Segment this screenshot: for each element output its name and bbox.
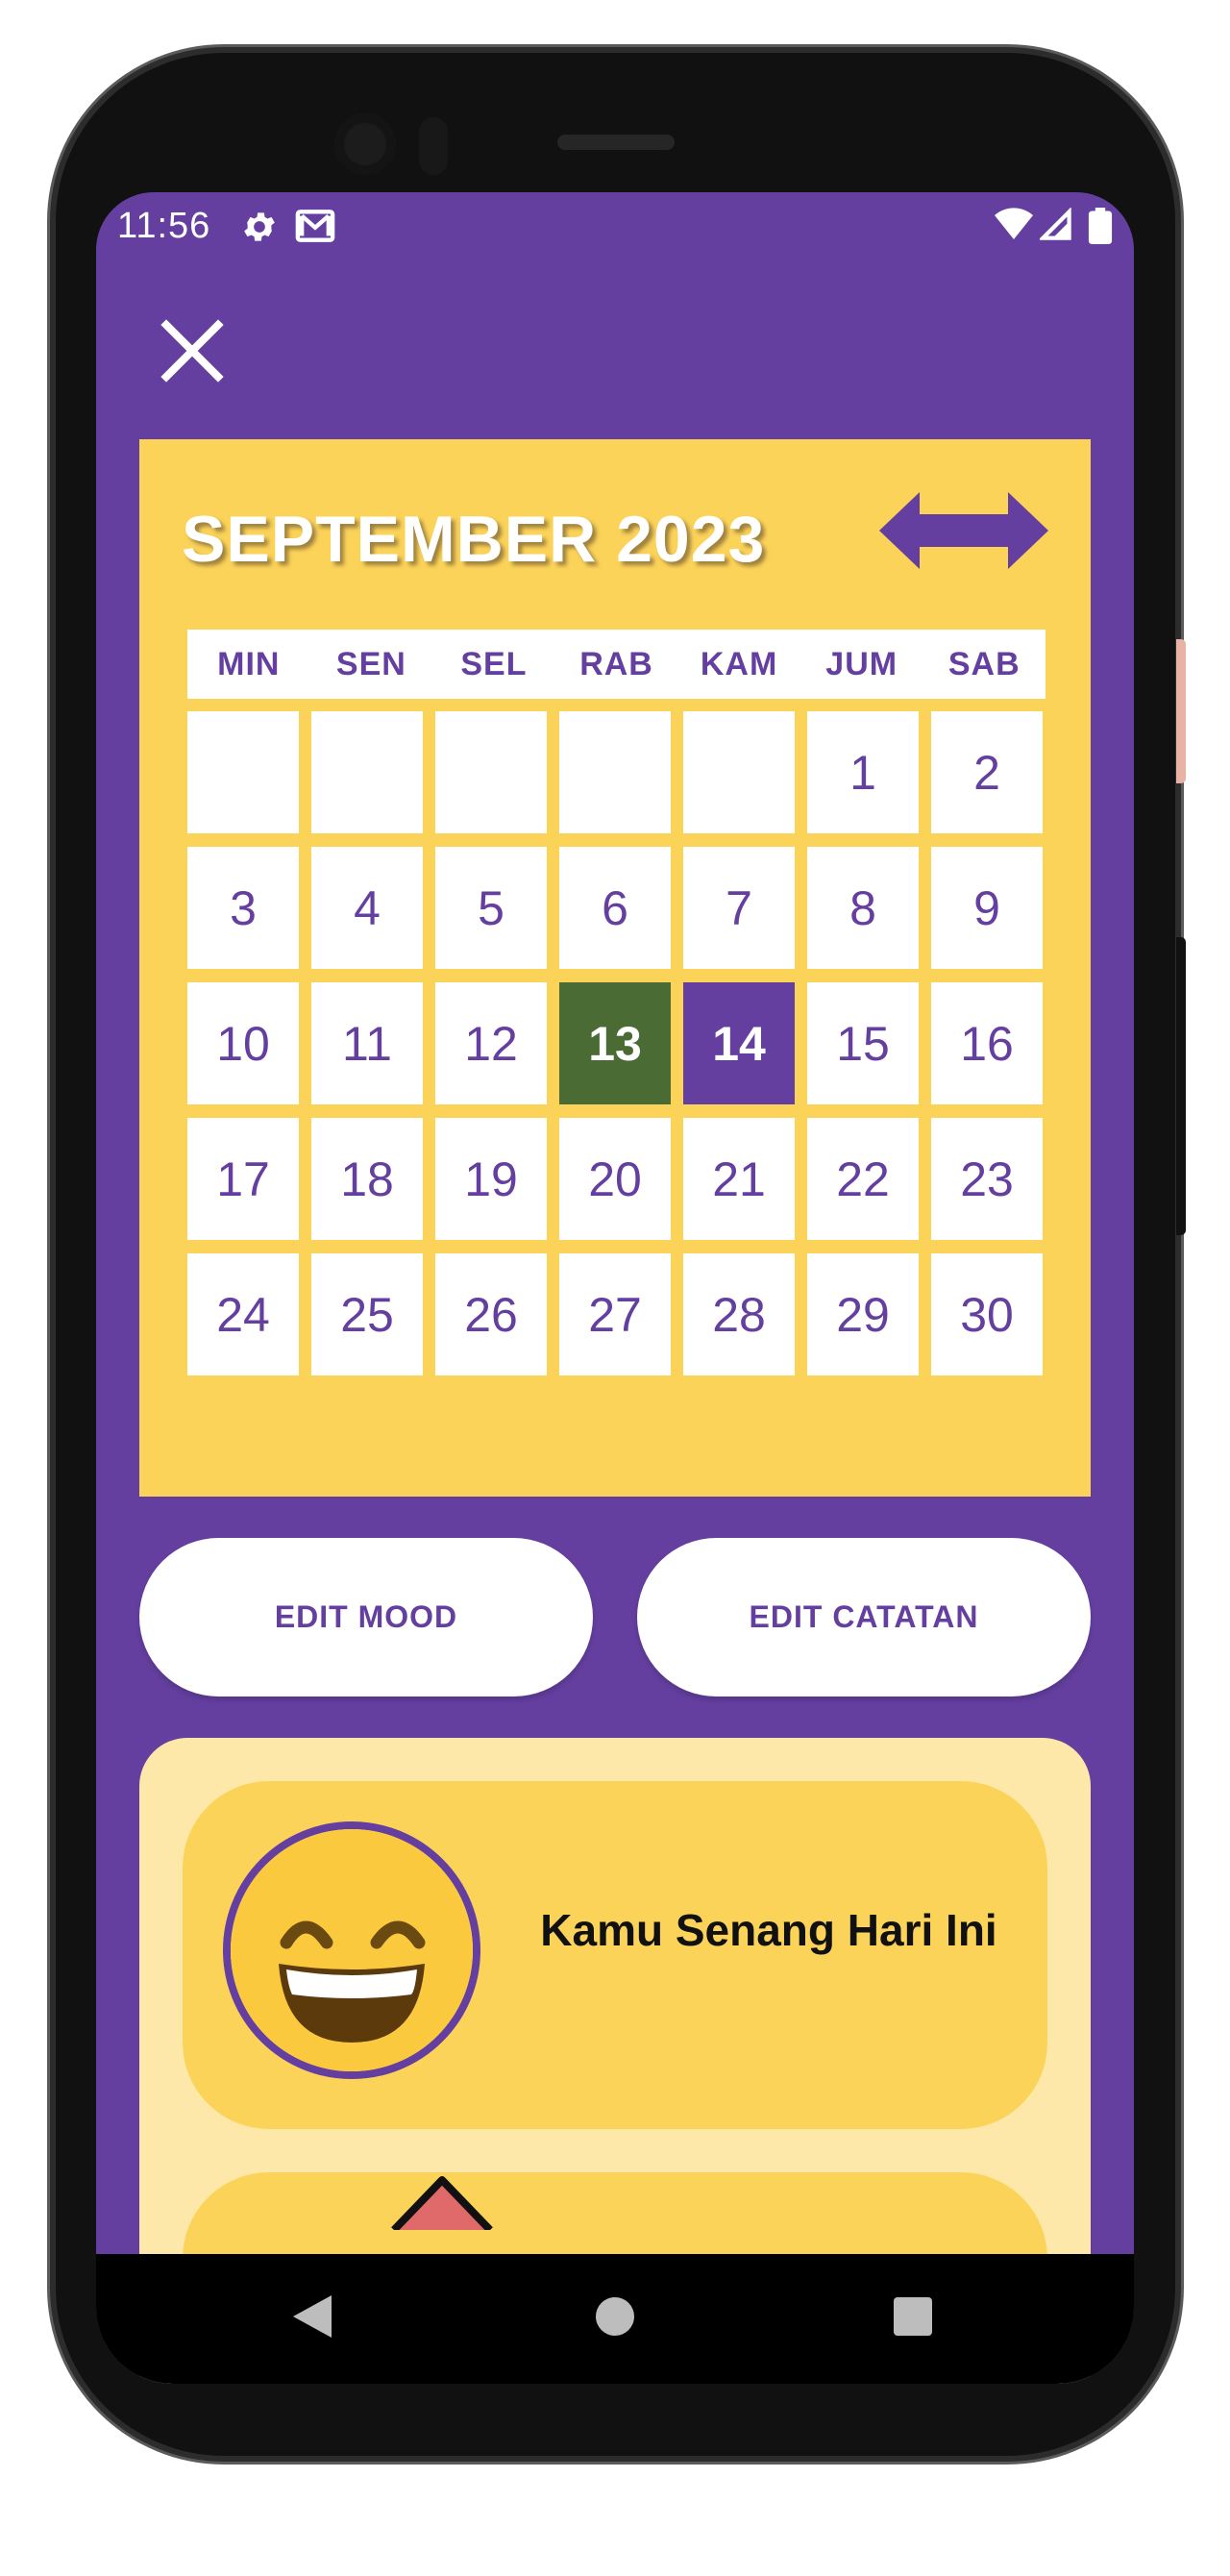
calendar-day-28[interactable]: 28: [683, 1253, 795, 1375]
power-button: [1176, 937, 1186, 1235]
calendar-day-21[interactable]: 21: [683, 1118, 795, 1240]
app-screen: 11:56 SEPTEMBER 2023 MIN SEN SEL RAB KAM…: [96, 192, 1134, 2384]
earpiece-speaker: [557, 135, 675, 150]
weekday-header: MIN SEN SEL RAB KAM JUM SAB: [187, 630, 1046, 699]
calendar-day-12[interactable]: 12: [435, 982, 547, 1104]
calendar-day-empty: [311, 711, 423, 833]
status-bar: 11:56: [96, 192, 1134, 260]
home-button[interactable]: [581, 2283, 649, 2350]
calendar-day-13[interactable]: 13: [559, 982, 671, 1104]
calendar-day-9[interactable]: 9: [931, 847, 1043, 969]
weekday-label: SEL: [460, 646, 528, 682]
settings-icon: [240, 208, 279, 244]
mood-card: Kamu Senang Hari Ini: [183, 1781, 1047, 2129]
volume-button: [1176, 639, 1186, 783]
recents-icon: [894, 2297, 932, 2336]
back-button[interactable]: [279, 2283, 346, 2350]
calendar-day-11[interactable]: 11: [311, 982, 423, 1104]
mood-emoji: [223, 1821, 480, 2079]
calendar-day-17[interactable]: 17: [187, 1118, 299, 1240]
month-navigation: [879, 487, 1048, 574]
back-icon: [293, 2295, 332, 2338]
calendar-day-16[interactable]: 16: [931, 982, 1043, 1104]
status-time: 11:56: [117, 206, 211, 246]
gmail-icon: [295, 208, 335, 244]
mood-message: Kamu Senang Hari Ini: [540, 1905, 997, 1955]
calendar-day-2[interactable]: 2: [931, 711, 1043, 833]
calendar-day-24[interactable]: 24: [187, 1253, 299, 1375]
calendar-day-29[interactable]: 29: [807, 1253, 919, 1375]
system-nav-bar: [96, 2254, 1134, 2384]
weekday-label: SAB: [947, 646, 1021, 682]
battery-icon: [1088, 208, 1113, 244]
calendar-day-empty: [435, 711, 547, 833]
edit-note-button[interactable]: EDIT CATATAN: [637, 1538, 1091, 1697]
calendar-day-20[interactable]: 20: [559, 1118, 671, 1240]
calendar-card: SEPTEMBER 2023 MIN SEN SEL RAB KAM JUM S…: [139, 439, 1091, 1497]
wifi-icon: [995, 208, 1033, 244]
calendar-day-7[interactable]: 7: [683, 847, 795, 969]
calendar-day-1[interactable]: 1: [807, 711, 919, 833]
calendar-day-22[interactable]: 22: [807, 1118, 919, 1240]
calendar-day-27[interactable]: 27: [559, 1253, 671, 1375]
calendar-day-3[interactable]: 3: [187, 847, 299, 969]
calendar-day-19[interactable]: 19: [435, 1118, 547, 1240]
weekday-label: SEN: [335, 646, 406, 682]
calendar-day-5[interactable]: 5: [435, 847, 547, 969]
edit-mood-button[interactable]: EDIT MOOD: [139, 1538, 593, 1697]
recents-button[interactable]: [879, 2283, 947, 2350]
close-icon: [160, 319, 224, 383]
signal-icon: [1038, 207, 1078, 244]
next-month-arrow-icon[interactable]: [962, 487, 1048, 574]
previous-month-arrow-icon[interactable]: [879, 487, 966, 574]
calendar-day-30[interactable]: 30: [931, 1253, 1043, 1375]
sensor: [419, 117, 448, 175]
weekday-label: MIN: [217, 646, 281, 682]
calendar-day-empty: [559, 711, 671, 833]
weekday-label: KAM: [700, 646, 778, 682]
calendar-day-25[interactable]: 25: [311, 1253, 423, 1375]
calendar-day-6[interactable]: 6: [559, 847, 671, 969]
calendar-day-empty: [187, 711, 299, 833]
calendar-day-10[interactable]: 10: [187, 982, 299, 1104]
calendar-day-14[interactable]: 14: [683, 982, 795, 1104]
front-camera: [334, 113, 396, 175]
weekday-label: JUM: [825, 646, 898, 682]
close-button[interactable]: [149, 308, 235, 394]
calendar-day-15[interactable]: 15: [807, 982, 919, 1104]
calendar-day-empty: [683, 711, 795, 833]
calendar-day-23[interactable]: 23: [931, 1118, 1043, 1240]
pencil-icon: [391, 2176, 493, 2230]
grinning-face-icon: [231, 1829, 473, 2071]
weekday-label: RAB: [579, 646, 653, 682]
month-title: SEPTEMBER 2023: [182, 503, 766, 576]
calendar-day-8[interactable]: 8: [807, 847, 919, 969]
calendar-day-26[interactable]: 26: [435, 1253, 547, 1375]
calendar-day-4[interactable]: 4: [311, 847, 423, 969]
calendar-day-18[interactable]: 18: [311, 1118, 423, 1240]
home-icon: [596, 2297, 634, 2336]
